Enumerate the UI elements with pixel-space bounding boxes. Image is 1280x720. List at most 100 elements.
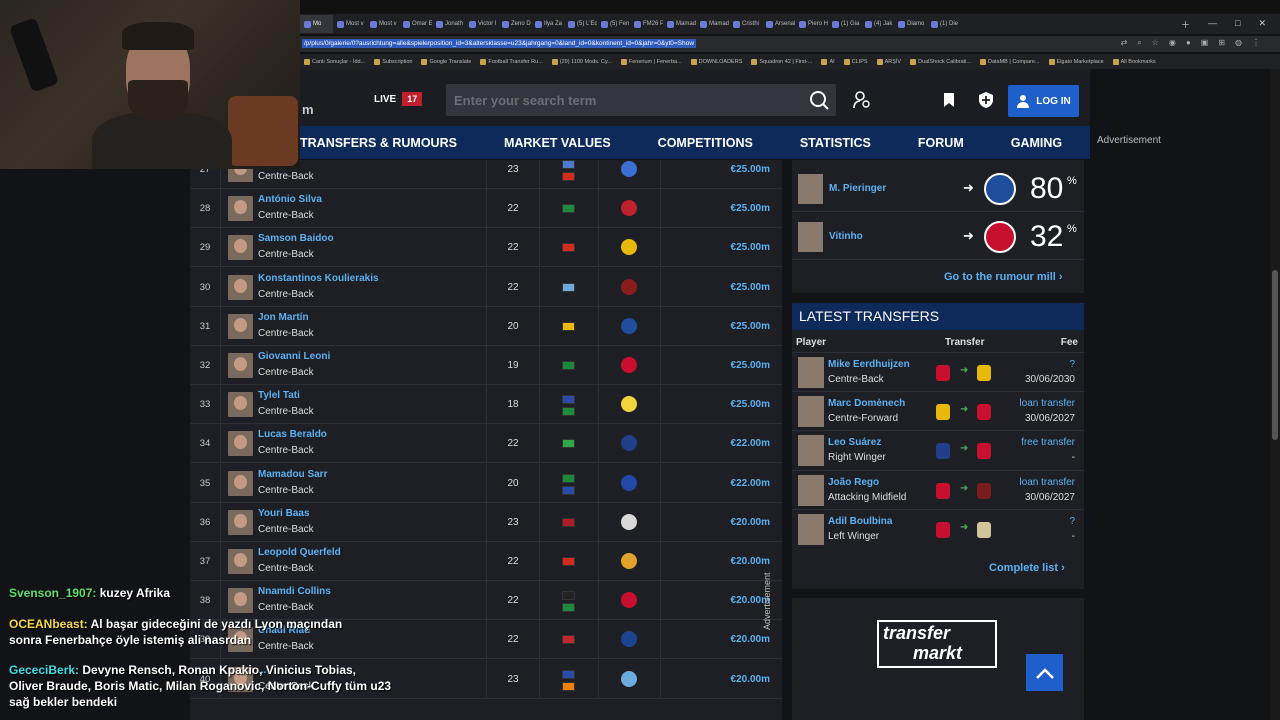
new-tab-icon[interactable]: ＋: [1181, 18, 1190, 31]
market-value[interactable]: €20.00m: [670, 581, 770, 620]
browser-tab[interactable]: Most v: [366, 15, 399, 33]
browser-tab[interactable]: FM26 P: [630, 15, 663, 33]
from-club-crest-icon[interactable]: [936, 443, 950, 460]
nav-competitions[interactable]: COMPETITIONS: [658, 136, 753, 150]
minimize-icon[interactable]: —: [1208, 18, 1217, 31]
bookmark-item[interactable]: DataMB | Compare...: [979, 58, 1040, 65]
bookmark-item[interactable]: Fenerium | Fenerba...: [620, 58, 682, 65]
nav-transfers-rumours[interactable]: TRANSFERS & RUMOURS: [300, 136, 457, 150]
from-club-crest-icon[interactable]: [936, 365, 950, 381]
market-value[interactable]: €20.00m: [670, 542, 770, 581]
to-club-crest-icon[interactable]: [977, 404, 991, 421]
market-value[interactable]: €25.00m: [670, 385, 770, 424]
browser-tab[interactable]: (4) Jak: [861, 15, 894, 33]
player-photo[interactable]: [228, 392, 253, 418]
player-photo[interactable]: [228, 353, 253, 378]
from-club-crest-icon[interactable]: [936, 482, 950, 499]
search-icon[interactable]: [808, 90, 830, 110]
browser-tab[interactable]: (1) Die: [927, 15, 960, 33]
bookmark-item[interactable]: (29) 1100 Mods. Cy...: [551, 58, 612, 65]
site-logo-fragment[interactable]: m: [302, 102, 314, 117]
browser-tab[interactable]: (5) L'Eq: [564, 15, 597, 33]
address-bar[interactable]: /p/plus/0/galerie/0?ausrichtung=alle&spi…: [300, 36, 1280, 52]
player-name-link[interactable]: Jon Martín: [258, 312, 309, 323]
club-crest-icon[interactable]: [621, 553, 637, 569]
live-indicator[interactable]: LIVE 17: [374, 92, 423, 106]
market-value[interactable]: €22.00m: [670, 424, 770, 463]
scrollbar-thumb[interactable]: [1272, 270, 1278, 440]
from-club-crest-icon[interactable]: [936, 521, 950, 538]
player-photo[interactable]: [798, 222, 823, 252]
club-crest-icon[interactable]: [621, 435, 637, 452]
bookmark-item[interactable]: Football Transfer Ru...: [480, 58, 543, 65]
extension-icon[interactable]: ◉: [1169, 38, 1176, 48]
browser-tab[interactable]: Most v: [333, 15, 366, 33]
player-name-link[interactable]: Konstantinos Koulierakis: [258, 273, 379, 284]
club-crest-icon[interactable]: [621, 357, 637, 373]
browser-tab[interactable]: Piero H: [795, 15, 828, 33]
player-photo[interactable]: [228, 235, 253, 261]
browser-tab[interactable]: Mo: [300, 15, 333, 33]
club-crest-icon[interactable]: [621, 592, 637, 609]
club-crest-icon[interactable]: [621, 513, 637, 530]
transfer-player-link[interactable]: Marc Domènech: [828, 398, 905, 409]
bookmark-item[interactable]: Google Translate: [421, 58, 471, 65]
transfer-fee[interactable]: ?: [1069, 359, 1075, 370]
player-photo[interactable]: [798, 174, 823, 204]
club-crest-icon[interactable]: [621, 161, 637, 177]
player-photo[interactable]: [798, 357, 824, 388]
close-window-icon[interactable]: ✕: [1258, 18, 1266, 31]
to-club-crest-icon[interactable]: [977, 482, 991, 499]
bookmark-item[interactable]: Subscription: [374, 58, 412, 65]
transfer-player-link[interactable]: Mike Eerdhuijzen: [828, 359, 910, 370]
transfer-player-link[interactable]: João Rego: [828, 477, 879, 488]
club-crest-icon[interactable]: [621, 670, 637, 687]
browser-tab[interactable]: (1) Gia: [828, 15, 861, 33]
browser-tab[interactable]: Omar E: [399, 15, 432, 33]
player-name-link[interactable]: Samson Baidoo: [258, 233, 334, 244]
market-value[interactable]: €20.00m: [670, 660, 770, 699]
nav-gaming[interactable]: GAMING: [1011, 136, 1062, 150]
transfer-fee[interactable]: ?: [1069, 516, 1075, 527]
player-name-link[interactable]: Leopold Querfeld: [258, 547, 341, 558]
market-value[interactable]: €25.00m: [670, 268, 770, 307]
player-photo[interactable]: [798, 513, 824, 545]
browser-tab[interactable]: Victor I: [465, 15, 498, 33]
extension-icon[interactable]: ▣: [1201, 38, 1209, 48]
market-value[interactable]: €22.00m: [670, 464, 770, 503]
player-photo[interactable]: [228, 196, 253, 222]
player-photo[interactable]: [798, 435, 824, 467]
player-name-link[interactable]: António Silva: [258, 194, 322, 205]
search-field[interactable]: Enter your search term: [446, 84, 836, 116]
player-photo[interactable]: [228, 470, 253, 496]
market-value[interactable]: €25.00m: [670, 307, 770, 346]
shield-icon[interactable]: [977, 91, 995, 109]
browser-tab[interactable]: Jonath: [432, 15, 465, 33]
from-club-crest-icon[interactable]: [936, 404, 950, 421]
bookmark-item[interactable]: DOWNLOADERS: [690, 58, 742, 65]
bookmark-item[interactable]: Squadron 42 | First-...: [751, 58, 812, 65]
browser-tab[interactable]: Zeno D: [498, 15, 531, 33]
maximize-icon[interactable]: □: [1235, 18, 1240, 31]
page-scrollbar[interactable]: [1270, 69, 1280, 720]
player-name-link[interactable]: Lucas Beraldo: [258, 429, 327, 440]
player-photo[interactable]: [798, 474, 824, 506]
market-value[interactable]: €25.00m: [670, 228, 770, 267]
club-crest-icon[interactable]: [621, 278, 637, 295]
nav-market-values[interactable]: MARKET VALUES: [504, 136, 611, 150]
bookmark-item[interactable]: All Bookmarks: [1112, 58, 1156, 65]
browser-tab[interactable]: Mamadi: [663, 15, 696, 33]
rumour-mill-link[interactable]: Go to the rumour mill ›: [944, 271, 1063, 283]
scroll-to-top-button[interactable]: [1026, 654, 1063, 691]
player-photo[interactable]: [798, 396, 824, 428]
club-crest-icon[interactable]: [621, 631, 637, 648]
player-photo[interactable]: [228, 549, 253, 574]
club-crest-icon[interactable]: [621, 200, 637, 217]
club-crest-icon[interactable]: [621, 396, 637, 413]
club-crest-icon[interactable]: [621, 317, 637, 334]
player-name-link[interactable]: Giovanni Leoni: [258, 351, 330, 362]
transfer-fee[interactable]: loan transfer: [1019, 477, 1075, 488]
rumour-player-link[interactable]: Vitinho: [829, 231, 863, 242]
club-crest-icon[interactable]: [984, 221, 1016, 253]
extension-icon[interactable]: ●: [1186, 38, 1191, 48]
